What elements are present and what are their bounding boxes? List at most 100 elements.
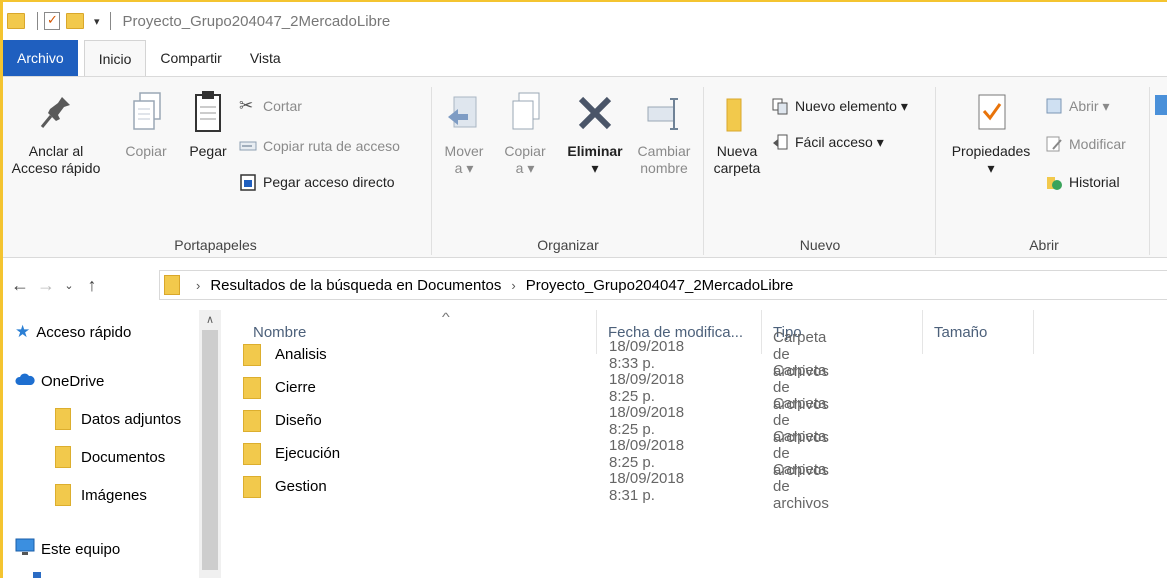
rename-label-line2: nombre (640, 160, 688, 176)
file-name: Gestion (275, 478, 327, 495)
folder-icon (243, 475, 261, 498)
paste-shortcut-label: Pegar acceso directo (263, 174, 395, 190)
folder-icon (243, 376, 261, 399)
properties-icon (971, 89, 1011, 137)
delete-button[interactable]: Eliminar ▾ (563, 89, 627, 177)
computer-icon (15, 538, 35, 560)
nav-scrollbar[interactable]: ∧ (199, 310, 221, 578)
copy-path-button[interactable]: Copiar ruta de acceso (239, 137, 400, 155)
divider (431, 87, 432, 255)
paste-button[interactable]: Pegar (183, 89, 233, 160)
edit-pencil-icon (1045, 135, 1063, 153)
scroll-thumb[interactable] (202, 330, 218, 570)
group-label-organizar: Organizar (537, 237, 599, 253)
chevron-right-icon[interactable]: › (196, 278, 200, 293)
folder-icon[interactable] (7, 13, 25, 29)
quick-access-dropdown-icon[interactable]: ▾ (94, 15, 100, 28)
nav-datos-adjuntos[interactable]: Datos adjuntos (55, 408, 181, 430)
table-row[interactable]: Analisis 18/09/2018 8:33 p. Carpeta de a… (243, 329, 829, 380)
select-icon[interactable] (1155, 95, 1167, 115)
drive-icon (33, 572, 41, 578)
delete-label-line1: Eliminar (567, 143, 623, 159)
nav-onedrive[interactable]: OneDrive (15, 372, 104, 390)
folder-icon (55, 484, 71, 506)
group-portapapeles: Anclar al Acceso rápido Copiar Pegar ✂ C… (3, 85, 428, 253)
table-row[interactable]: Gestion 18/09/2018 8:31 p. Carpeta de ar… (243, 461, 829, 512)
new-folder-icon (717, 89, 757, 137)
nav-documentos[interactable]: Documentos (55, 446, 165, 468)
nav-quick-access[interactable]: ★ Acceso rápido (15, 322, 131, 342)
nav-label: OneDrive (41, 372, 105, 390)
rename-button[interactable]: Cambiar nombre (631, 89, 697, 177)
divider (935, 87, 936, 255)
table-row[interactable]: Cierre 18/09/2018 8:25 p. Carpeta de arc… (243, 362, 829, 413)
back-arrow-icon[interactable]: ← (7, 275, 33, 296)
ribbon-tabs: Archivo Inicio Compartir Vista (3, 40, 1167, 76)
group-label-portapapeles: Portapapeles (174, 237, 257, 253)
chevron-right-icon[interactable]: › (511, 278, 515, 293)
cut-button[interactable]: ✂ Cortar (239, 97, 302, 115)
up-arrow-icon[interactable]: ↑ (79, 275, 105, 296)
tab-inicio[interactable]: Inicio (83, 40, 147, 76)
file-list: ^ Nombre Fecha de modifica... Tipo Tamañ… (223, 310, 1167, 578)
easy-access-button[interactable]: Fácil acceso ▾ (771, 133, 884, 151)
breadcrumb-project[interactable]: Proyecto_Grupo204047_2MercadoLibre (526, 277, 794, 294)
scroll-up-chevron-icon[interactable]: ∧ (199, 310, 221, 330)
new-folder-label-line1: Nueva (716, 143, 758, 159)
tab-archivo[interactable]: Archivo (3, 40, 78, 76)
star-icon: ★ (15, 322, 31, 341)
folder-icon (243, 442, 261, 465)
open-button[interactable]: Abrir ▾ (1045, 97, 1109, 115)
group-abrir: Propiedades ▾ Abrir ▾ Modificar Historia… (939, 85, 1149, 253)
forward-arrow-icon[interactable]: → (33, 275, 59, 296)
cut-label: Cortar (263, 98, 302, 114)
easy-access-label: Fácil acceso ▾ (795, 133, 884, 150)
nav-este-equipo[interactable]: Este equipo (15, 538, 120, 560)
breadcrumb-search-results[interactable]: Resultados de la búsqueda en Documentos (210, 277, 501, 294)
tab-vista[interactable]: Vista (236, 40, 295, 76)
nav-label: Acceso rápido (36, 323, 132, 341)
ribbon: Anclar al Acceso rápido Copiar Pegar ✂ C… (3, 76, 1167, 258)
pin-label-line1: Anclar al (28, 143, 84, 159)
column-header-size[interactable]: Tamaño (924, 310, 1034, 354)
properties-button[interactable]: Propiedades ▾ (943, 89, 1039, 177)
file-date: 18/09/2018 8:31 p. (609, 469, 685, 504)
nav-label: Este equipo (41, 540, 121, 558)
copy-to-label-line1: Copiar (504, 143, 546, 159)
copy-path-icon (239, 137, 257, 155)
tab-compartir[interactable]: Compartir (146, 40, 235, 76)
pin-quick-access-button[interactable]: Anclar al Acceso rápido (9, 89, 103, 177)
history-button[interactable]: Historial (1045, 173, 1120, 191)
paste-shortcut-button[interactable]: Pegar acceso directo (239, 173, 395, 191)
file-date: 18/09/2018 8:25 p. (609, 436, 685, 471)
window-title: Proyecto_Grupo204047_2MercadoLibre (122, 12, 391, 30)
group-organizar: Mover a ▾ Copiar a ▾ Eliminar ▾ Cambiar … (435, 85, 701, 253)
new-item-button[interactable]: Nuevo elemento ▾ (771, 97, 908, 115)
move-to-button[interactable]: Mover a ▾ (439, 89, 489, 177)
properties-check-icon[interactable] (44, 12, 60, 30)
address-field[interactable]: › Resultados de la búsqueda en Documento… (159, 270, 1167, 300)
new-folder-button[interactable]: Nueva carpeta (707, 89, 767, 177)
pin-label-line2: Acceso rápido (11, 160, 101, 176)
nav-imagenes[interactable]: Imágenes (55, 484, 147, 506)
copy-to-button[interactable]: Copiar a ▾ (497, 89, 553, 177)
open-label: Abrir ▾ (1069, 97, 1110, 114)
navigation-pane: ★ Acceso rápido OneDrive Datos adjuntos … (3, 310, 223, 578)
copy-to-label-line2: a ▾ (515, 160, 535, 176)
rename-icon (644, 89, 684, 137)
folder-icon (55, 446, 71, 468)
copy-icon (126, 89, 166, 137)
recent-locations-chevron-icon[interactable]: ⌄ (59, 279, 79, 292)
folder-icon (164, 275, 180, 295)
easy-access-icon (771, 133, 789, 151)
paste-shortcut-icon (239, 173, 257, 191)
divider (109, 12, 111, 30)
new-folder-icon[interactable] (66, 13, 84, 29)
group-label-nuevo: Nuevo (799, 237, 841, 253)
new-folder-label-line2: carpeta (713, 160, 761, 176)
table-row[interactable]: Diseño 18/09/2018 8:25 p. Carpeta de arc… (243, 395, 829, 446)
copy-path-label: Copiar ruta de acceso (263, 138, 400, 154)
table-row[interactable]: Ejecución 18/09/2018 8:25 p. Carpeta de … (243, 428, 829, 479)
edit-button[interactable]: Modificar (1045, 135, 1126, 153)
copy-button[interactable]: Copiar (121, 89, 171, 160)
